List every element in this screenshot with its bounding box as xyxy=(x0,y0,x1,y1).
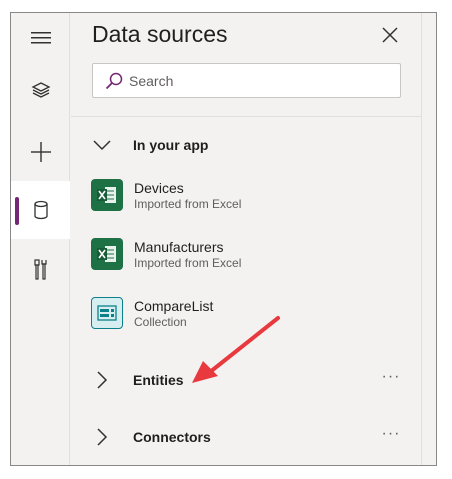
annotation-arrow xyxy=(192,316,280,383)
